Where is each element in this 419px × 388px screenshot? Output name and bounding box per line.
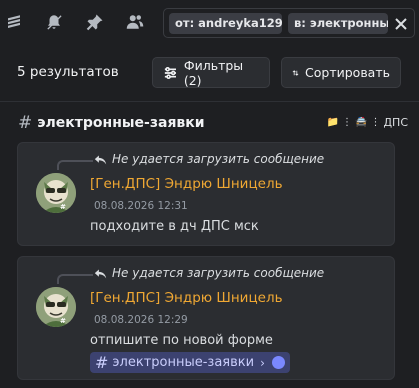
search-result-card[interactable]: Не удается загрузить сообщение # [Ген.ДП… bbox=[17, 142, 395, 246]
channel-name: электронные-заявки bbox=[37, 115, 205, 131]
svg-text:#: # bbox=[60, 203, 66, 211]
search-result-card[interactable]: Не удается загрузить сообщение # [Ген.ДП… bbox=[17, 256, 395, 380]
filters-button[interactable]: Фильтры (2) bbox=[152, 57, 270, 88]
author-name[interactable]: [Ген.ДПС] Эндрю Шницель bbox=[90, 176, 283, 192]
channel-group-header: # электронные-заявки 📁 ⋮ 🚔 ⋮ ДПС bbox=[18, 113, 408, 135]
search-filter-in-chip[interactable]: в: электронны bbox=[288, 13, 388, 34]
results-header: 5 результатов Фильтры (2) Сортировать bbox=[0, 52, 419, 94]
message-timestamp: 08.08.2026 12:29 bbox=[94, 314, 188, 326]
sort-button-label: Сортировать bbox=[305, 65, 390, 80]
reply-text: Не удается загрузить сообщение bbox=[112, 152, 325, 166]
channel-title[interactable]: # электронные-заявки bbox=[18, 113, 205, 133]
filters-button-label: Фильтры (2) bbox=[183, 57, 244, 88]
message-timestamp: 08.08.2026 12:31 bbox=[94, 200, 188, 212]
message-text: отпишите по новой форме bbox=[90, 333, 273, 348]
members-icon[interactable] bbox=[125, 12, 145, 32]
reply-preview: Не удается загрузить сообщение bbox=[94, 266, 324, 280]
search-results-panel: от: andreyka1299 в: электронны 5 результ… bbox=[0, 0, 419, 388]
chat-bubble-icon bbox=[271, 356, 285, 369]
search-filter-from-chip[interactable]: от: andreyka1299 bbox=[169, 13, 282, 34]
reply-connector bbox=[57, 274, 93, 284]
avatar[interactable]: # bbox=[36, 287, 76, 327]
reply-arrow-icon bbox=[94, 268, 107, 278]
threads-icon[interactable] bbox=[4, 12, 24, 32]
pin-icon[interactable] bbox=[85, 12, 105, 32]
results-count: 5 результатов bbox=[17, 64, 119, 80]
reply-connector bbox=[57, 160, 93, 170]
svg-text:#: # bbox=[60, 317, 66, 325]
mention-channel-name: электронные-заявки bbox=[112, 355, 255, 370]
kebab-icon: ⋮ bbox=[370, 116, 381, 128]
mention-hash-icon: # bbox=[95, 353, 109, 372]
search-input[interactable]: от: andreyka1299 в: электронны bbox=[163, 8, 415, 38]
author-name[interactable]: [Ген.ДПС] Эндрю Шницель bbox=[90, 290, 283, 306]
channel-toolbar: от: andreyka1299 в: электронны bbox=[0, 0, 419, 46]
category-label: ДПС bbox=[383, 116, 408, 129]
channel-hash-icon: # bbox=[18, 113, 33, 133]
channel-category: 📁 ⋮ 🚔 ⋮ ДПС bbox=[327, 116, 408, 129]
kebab-icon: ⋮ bbox=[342, 116, 352, 128]
sort-arrows-icon bbox=[292, 69, 299, 76]
sort-button[interactable]: Сортировать bbox=[281, 57, 401, 88]
car-icon: 🚔 bbox=[355, 116, 368, 128]
clear-search-icon[interactable] bbox=[392, 14, 410, 33]
sliders-icon bbox=[164, 66, 176, 79]
mute-bell-icon[interactable] bbox=[44, 12, 64, 32]
message-text: подходите в дч ДПС мск bbox=[90, 219, 259, 234]
header-divider bbox=[0, 101, 419, 102]
reply-arrow-icon bbox=[94, 154, 107, 164]
reply-text: Не удается загрузить сообщение bbox=[112, 266, 325, 280]
chevron-right-icon: › bbox=[260, 355, 265, 370]
avatar[interactable]: # bbox=[36, 173, 76, 213]
folder-icon: 📁 bbox=[326, 116, 339, 128]
channel-mention[interactable]: # электронные-заявки › bbox=[90, 352, 290, 373]
reply-preview: Не удается загрузить сообщение bbox=[94, 152, 324, 166]
